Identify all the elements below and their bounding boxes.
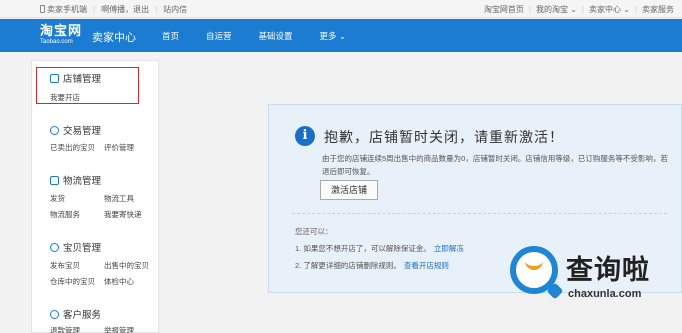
- highlight-box: [36, 67, 139, 104]
- seller-service-link[interactable]: 卖家服务: [642, 4, 674, 15]
- sidebar-link-logistics-tools[interactable]: 物流工具: [104, 193, 134, 204]
- notice-subtitle: 您还可以：: [295, 227, 333, 236]
- taobao-home-link[interactable]: 淘宝网首页: [484, 4, 524, 15]
- messages-link[interactable]: 站内信: [163, 4, 187, 15]
- sidebar-link-items-in-warehouse[interactable]: 仓库中的宝贝: [50, 276, 95, 287]
- unfreeze-link[interactable]: 立即解冻: [434, 244, 464, 253]
- sidebar-group-title: 交易管理: [63, 126, 102, 137]
- sidebar-group-customer-service[interactable]: 客户服务: [50, 307, 101, 321]
- tip-text: 2. 了解更详细的店铺删除规则。: [295, 261, 401, 270]
- phone-link[interactable]: 卖家手机端: [40, 4, 87, 15]
- item-icon: [50, 242, 59, 252]
- phone-link-label: 卖家手机端: [47, 5, 87, 14]
- service-icon: [50, 309, 59, 319]
- top-utility-bar: 卖家手机端 | 啊傅播，退出 | 站内信 淘宝网首页 | 我的淘宝 ⌄ | 卖家…: [0, 0, 682, 18]
- phone-icon: [40, 5, 45, 13]
- nav-basic-settings[interactable]: 基础设置: [259, 30, 293, 42]
- separator: |: [93, 5, 96, 14]
- watermark-text: 查询啦: [566, 255, 650, 285]
- sidebar-group-title: 宝贝管理: [63, 243, 102, 254]
- sidebar-link-ship[interactable]: 发货: [50, 193, 65, 204]
- sidebar-link-refunds[interactable]: 退款管理: [50, 325, 80, 333]
- nav-self-operation[interactable]: 自运营: [206, 30, 232, 42]
- seller-center-menu[interactable]: 卖家中心 ⌄: [589, 4, 630, 15]
- top-left-links: 卖家手机端 | 啊傅播，退出 | 站内信: [40, 4, 187, 15]
- notice-description: 由于您的店铺连续5周出售中的商品数量为0，店铺暂时关闭。店铺信用等级，已订购服务…: [322, 154, 668, 176]
- nav-home[interactable]: 首页: [162, 30, 179, 42]
- info-icon: i: [295, 126, 315, 146]
- sidebar-link-reports[interactable]: 举报管理: [104, 325, 134, 333]
- watermark-domain: chaxunla.com: [568, 288, 642, 300]
- sidebar-link-reviews[interactable]: 评价管理: [104, 142, 134, 153]
- notice-title: 抱歉，店铺暂时关闭，请重新激活！: [324, 129, 564, 145]
- logo-domain: Taobao.com: [40, 39, 73, 45]
- separator: |: [581, 5, 584, 14]
- sidebar-link-logistics-service[interactable]: 物流服务: [50, 209, 80, 220]
- nav-menu: 首页 自运营 基础设置 更多 ⌄: [162, 30, 373, 42]
- watermark-search-icon: [510, 246, 558, 294]
- trade-icon: [50, 125, 59, 135]
- divider: [292, 213, 667, 214]
- sidebar-link-health-center[interactable]: 体检中心: [104, 276, 134, 287]
- sidebar-link-send-express[interactable]: 我要寄快递: [104, 209, 142, 220]
- tip-text: 1. 如果您不想开店了，可以解除保证金。: [295, 244, 431, 253]
- watermark-smile: [525, 260, 543, 270]
- separator: |: [155, 5, 158, 14]
- nav-more[interactable]: 更多 ⌄: [320, 30, 346, 42]
- sidebar-link-items-on-sale[interactable]: 出售中的宝贝: [104, 260, 149, 271]
- activate-store-button[interactable]: 激活店铺: [320, 180, 378, 200]
- seller-center-title: 卖家中心: [92, 32, 136, 44]
- sidebar-link-publish-item[interactable]: 发布宝贝: [50, 260, 80, 271]
- store-rules-link[interactable]: 查看开店规则: [404, 261, 449, 270]
- taobao-logo[interactable]: 淘宝网 Taobao.com: [40, 23, 88, 46]
- tip-store-rules: 2. 了解更详细的店铺删除规则。 查看开店规则: [295, 260, 449, 271]
- sidebar-group-title: 物流管理: [63, 176, 102, 187]
- logo-text: 淘宝网: [40, 23, 83, 38]
- main-navbar: 淘宝网 Taobao.com 卖家中心 首页 自运营 基础设置 更多 ⌄: [0, 19, 682, 52]
- sidebar-group-logistics[interactable]: 物流管理: [50, 173, 101, 187]
- sidebar-group-trade[interactable]: 交易管理: [50, 123, 101, 137]
- my-taobao-menu[interactable]: 我的淘宝 ⌄: [536, 4, 577, 15]
- watermark: 查询啦 chaxunla.com: [500, 240, 682, 320]
- separator: |: [634, 5, 637, 14]
- tip-unfreeze-deposit: 1. 如果您不想开店了，可以解除保证金。 立即解冻: [295, 243, 464, 254]
- truck-icon: [50, 175, 59, 185]
- sidebar-group-items[interactable]: 宝贝管理: [50, 240, 101, 254]
- sidebar-group-title: 客户服务: [63, 310, 102, 321]
- logout-link[interactable]: 啊傅播，退出: [101, 4, 149, 15]
- top-right-links: 淘宝网首页 | 我的淘宝 ⌄ | 卖家中心 ⌄ | 卖家服务: [484, 4, 674, 15]
- sidebar-link-sold-items[interactable]: 已卖出的宝贝: [50, 142, 95, 153]
- separator: |: [528, 5, 531, 14]
